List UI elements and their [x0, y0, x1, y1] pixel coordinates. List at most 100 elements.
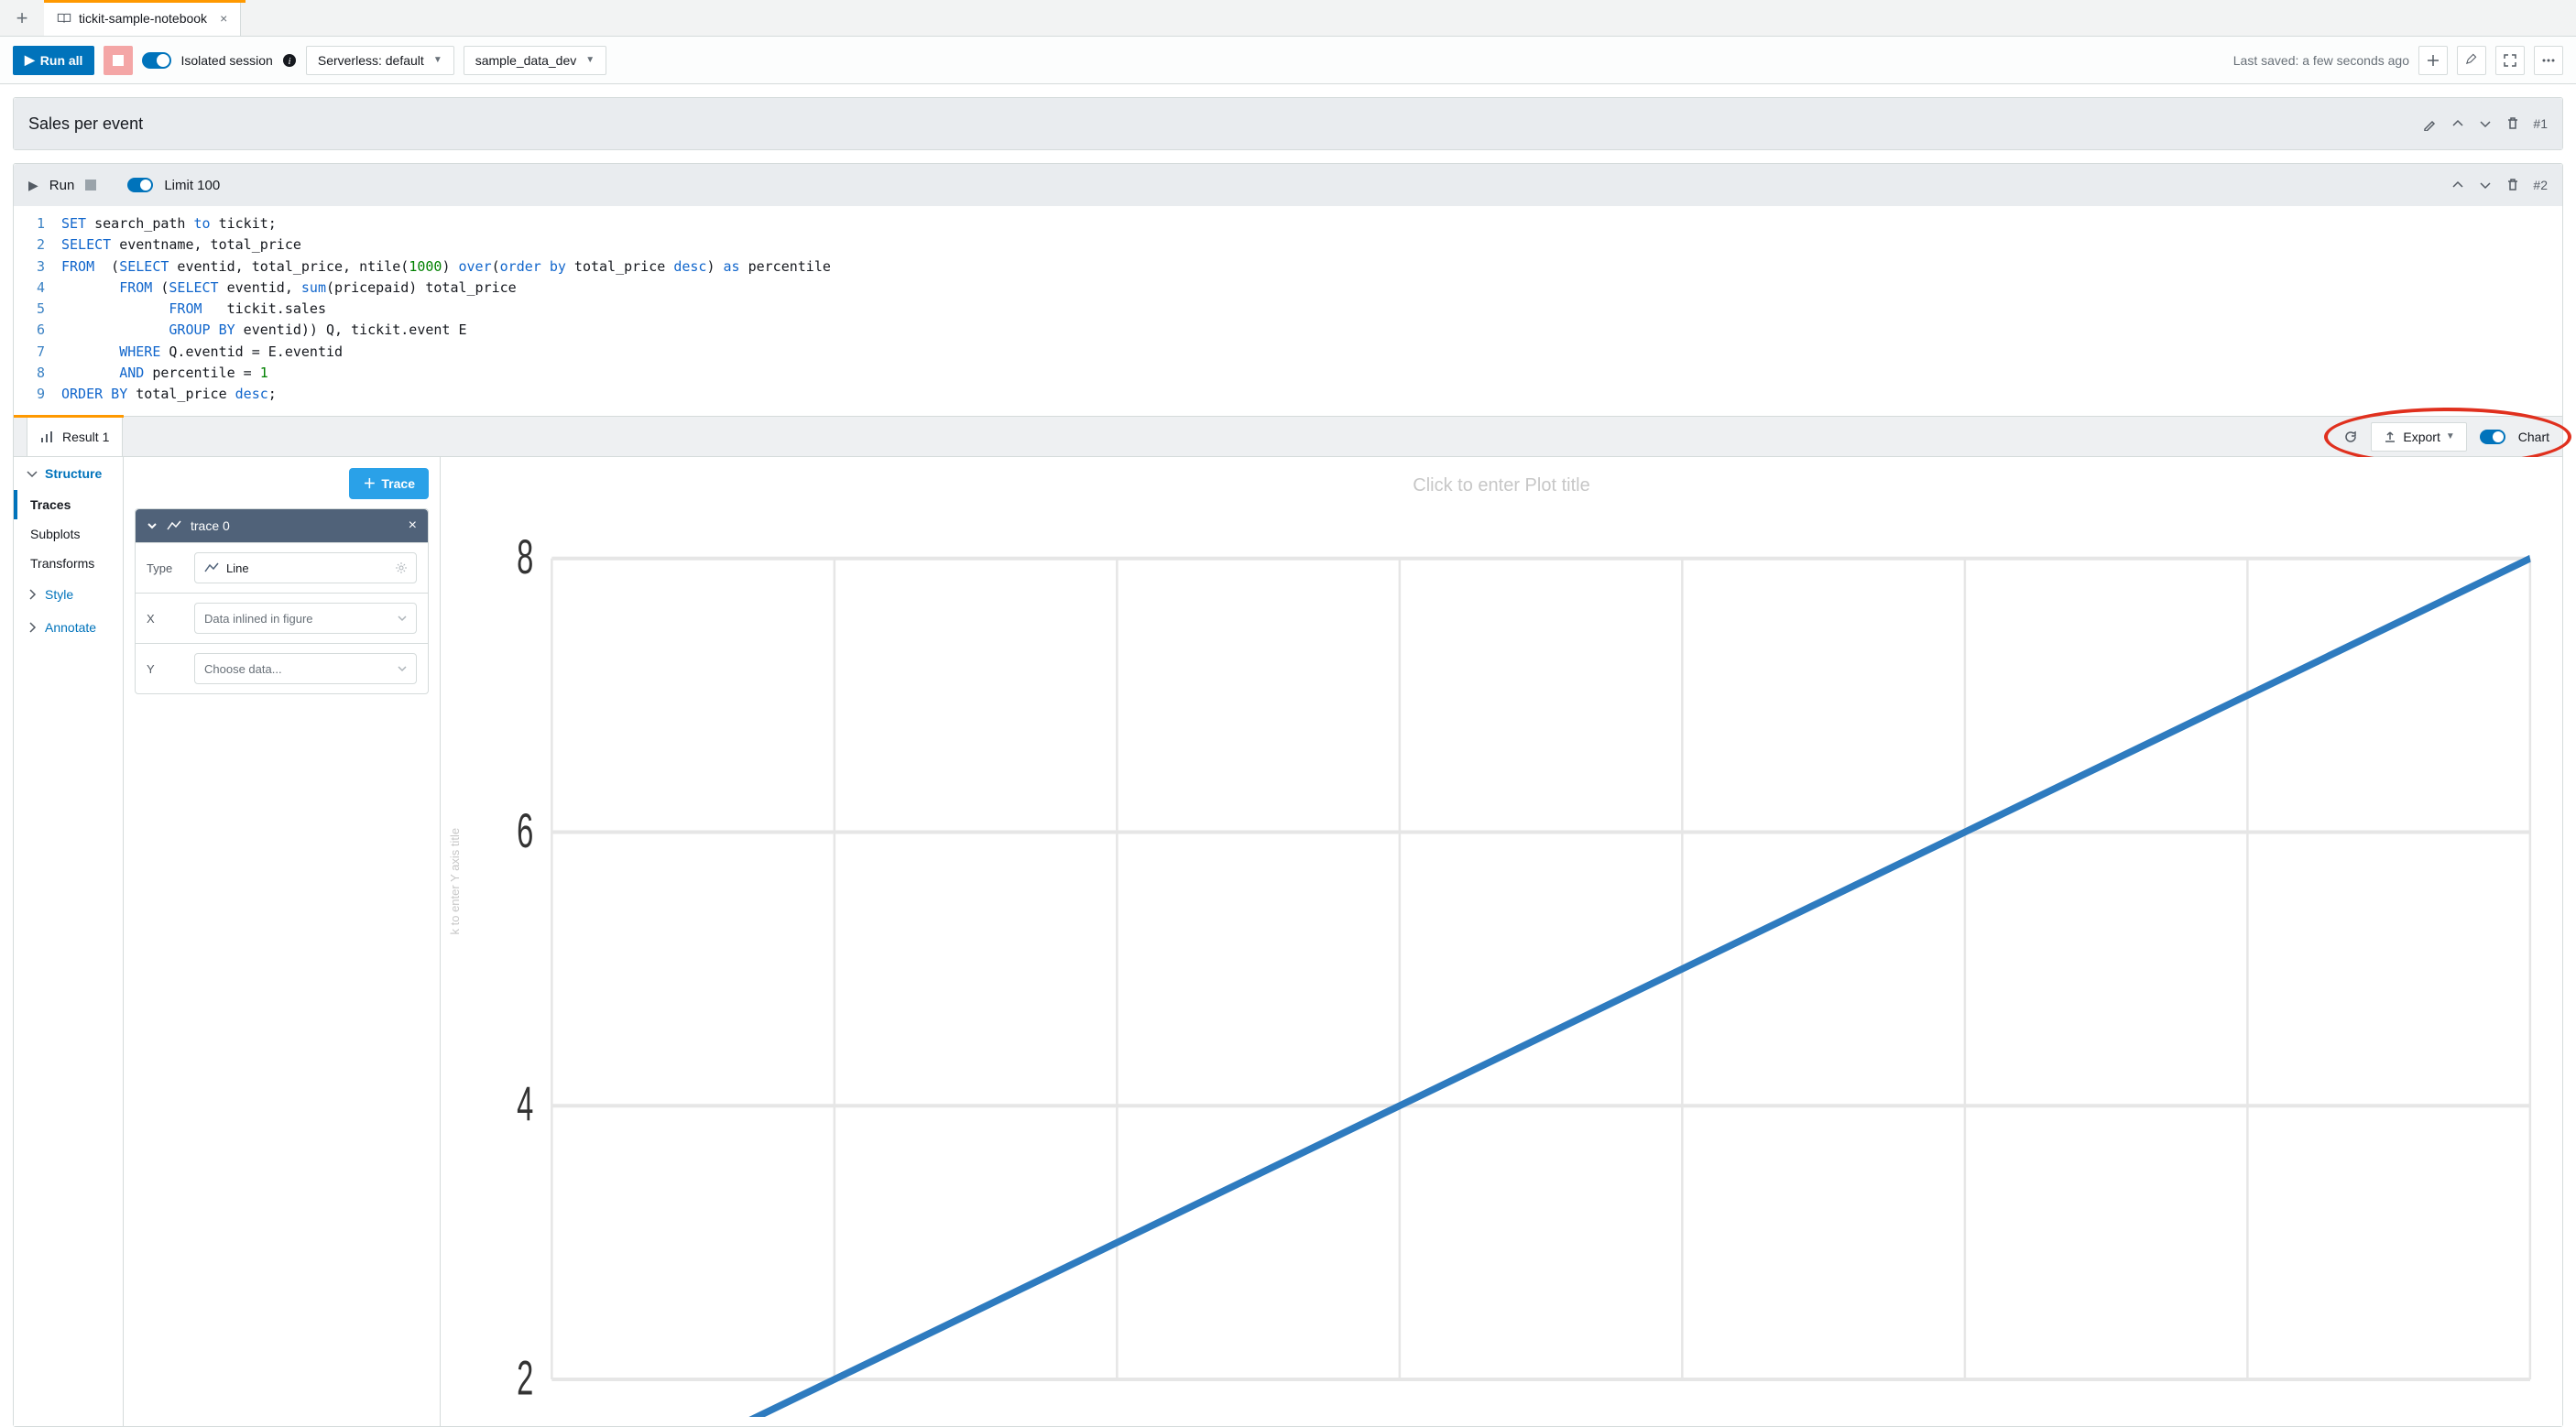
y-label: Y — [147, 662, 183, 676]
annotate-section[interactable]: Annotate — [14, 611, 123, 644]
pencil-icon — [2464, 53, 2479, 68]
new-tab-button[interactable]: + — [0, 0, 44, 36]
trace-panel: trace 0 × Type Line — [135, 508, 429, 694]
run-all-button[interactable]: ▶ Run all — [13, 46, 94, 75]
add-cell-button[interactable] — [2418, 46, 2448, 75]
expand-icon — [2503, 53, 2517, 68]
sql-cell: ▶ Run Limit 100 #2 1SET search_path to t… — [13, 163, 2563, 1427]
structure-section[interactable]: Structure — [14, 457, 123, 490]
database-select[interactable]: sample_data_dev ▼ — [464, 46, 606, 75]
fullscreen-button[interactable] — [2495, 46, 2525, 75]
connection-select[interactable]: Serverless: default ▼ — [306, 46, 454, 75]
limit-toggle[interactable] — [127, 178, 153, 192]
pencil-icon — [2423, 116, 2438, 131]
markdown-cell-header: Sales per event #1 — [14, 98, 2562, 149]
line-type-icon — [167, 520, 181, 531]
stop-icon — [85, 180, 96, 191]
trace-editor: ＋ Trace trace 0 × Type — [124, 457, 441, 1426]
plus-icon — [2426, 53, 2440, 68]
delete-cell-button[interactable] — [2505, 178, 2520, 192]
subplots-item[interactable]: Subplots — [14, 519, 123, 549]
tab-strip: + tickit-sample-notebook × — [0, 0, 2576, 37]
trace-x-select[interactable]: Data inlined in figure — [194, 603, 417, 634]
edit-button[interactable] — [2457, 46, 2486, 75]
refresh-icon — [2343, 430, 2358, 444]
svg-text:4: 4 — [517, 1078, 533, 1132]
chevron-right-icon — [25, 587, 39, 602]
trace-y-select[interactable]: Choose data... — [194, 653, 417, 684]
traces-item[interactable]: Traces — [14, 490, 123, 519]
export-label: Export — [2403, 430, 2440, 444]
chevron-down-icon — [2478, 178, 2493, 192]
last-saved-text: Last saved: a few seconds ago — [2233, 53, 2409, 68]
delete-cell-button[interactable] — [2505, 116, 2520, 131]
chevron-up-icon — [2450, 116, 2465, 131]
plus-icon: ＋ — [363, 474, 376, 493]
toolbar: ▶ Run all Isolated session i Serverless:… — [0, 37, 2576, 84]
isolated-session-label: Isolated session — [180, 53, 272, 68]
transforms-item[interactable]: Transforms — [14, 549, 123, 578]
plot-svg: 2 4 6 8 — [483, 521, 2553, 1417]
chart-toggle[interactable] — [2480, 430, 2505, 444]
move-up-button[interactable] — [2450, 178, 2465, 192]
export-button[interactable]: Export ▼ — [2371, 422, 2466, 452]
connection-value: Serverless: default — [318, 53, 424, 68]
line-type-icon — [204, 562, 219, 573]
move-down-button[interactable] — [2478, 178, 2493, 192]
plot-title-placeholder[interactable]: Click to enter Plot title — [1413, 475, 1589, 496]
sql-cell-header: ▶ Run Limit 100 #2 — [14, 164, 2562, 206]
notebook-icon — [57, 12, 71, 25]
move-up-button[interactable] — [2450, 116, 2465, 131]
refresh-button[interactable] — [2343, 430, 2358, 444]
chart-icon — [40, 430, 55, 444]
more-button[interactable] — [2534, 46, 2563, 75]
trace-name: trace 0 — [191, 518, 230, 533]
stop-all-button[interactable] — [104, 46, 133, 75]
edit-cell-button[interactable] — [2423, 116, 2438, 131]
sql-editor[interactable]: 1SET search_path to tickit;2SELECT event… — [14, 206, 2562, 416]
close-tab-button[interactable]: × — [220, 11, 227, 26]
run-label: Run — [49, 178, 75, 193]
run-cell-button[interactable]: ▶ — [28, 178, 38, 193]
type-label: Type — [147, 561, 183, 575]
trash-icon — [2505, 116, 2520, 131]
notebook-tab[interactable]: tickit-sample-notebook × — [44, 0, 241, 36]
chevron-down-icon — [147, 520, 158, 531]
chevron-down-icon — [25, 466, 39, 481]
chart-canvas[interactable]: Click to enter Plot title k to enter Y a… — [441, 457, 2562, 1426]
svg-text:2: 2 — [517, 1352, 533, 1406]
style-section[interactable]: Style — [14, 578, 123, 611]
caret-down-icon: ▼ — [585, 55, 595, 65]
gear-icon — [396, 562, 407, 573]
result-tab-label: Result 1 — [62, 430, 109, 444]
trash-icon — [2505, 178, 2520, 192]
trace-header[interactable]: trace 0 × — [136, 509, 428, 542]
chevron-down-icon — [398, 664, 407, 673]
svg-text:6: 6 — [517, 804, 533, 858]
y-axis-title-placeholder[interactable]: k to enter Y axis title — [448, 828, 462, 935]
stop-cell-button[interactable] — [85, 180, 96, 191]
chart-config-nav: Structure Traces Subplots Transforms Sty… — [14, 457, 124, 1426]
chevron-up-icon — [2450, 178, 2465, 192]
markdown-cell: Sales per event #1 — [13, 97, 2563, 150]
x-label: X — [147, 612, 183, 626]
stop-icon — [113, 55, 124, 66]
trace-type-select[interactable]: Line — [194, 552, 417, 583]
database-value: sample_data_dev — [475, 53, 577, 68]
svg-text:8: 8 — [517, 530, 533, 584]
notebook-tab-title: tickit-sample-notebook — [79, 11, 207, 26]
add-trace-button[interactable]: ＋ Trace — [349, 468, 429, 499]
limit-label: Limit 100 — [164, 178, 220, 193]
move-down-button[interactable] — [2478, 116, 2493, 131]
chevron-right-icon — [25, 620, 39, 635]
result-tab[interactable]: Result 1 — [27, 417, 123, 456]
run-all-label: Run all — [40, 53, 83, 68]
isolated-session-toggle[interactable] — [142, 52, 171, 69]
chevron-down-icon — [398, 614, 407, 623]
result-bar: Result 1 Export ▼ Chart — [14, 416, 2562, 456]
info-icon[interactable]: i — [282, 53, 297, 68]
markdown-cell-title: Sales per event — [28, 114, 143, 134]
delete-trace-button[interactable]: × — [409, 517, 417, 534]
cell-index: #1 — [2533, 116, 2548, 131]
play-icon: ▶ — [25, 52, 35, 68]
